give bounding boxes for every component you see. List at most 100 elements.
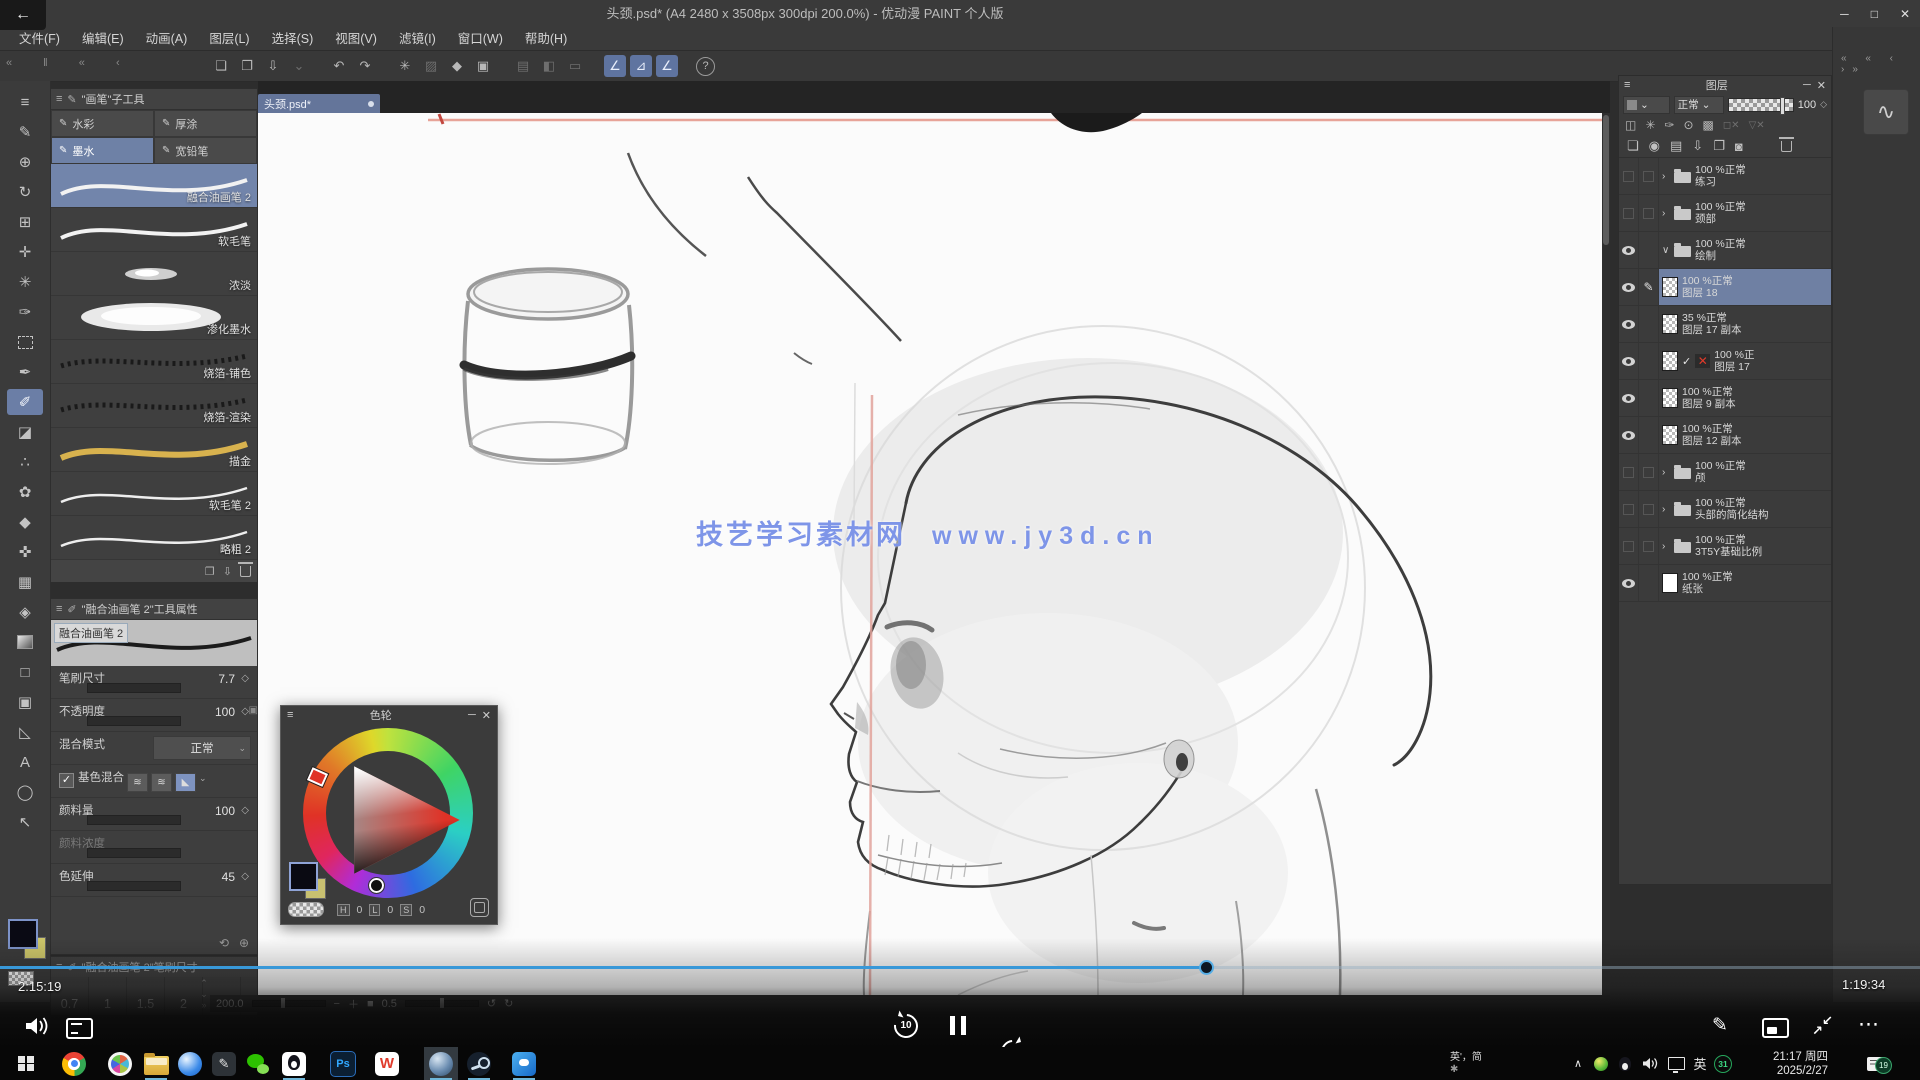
spinner-icon[interactable]: ◇ <box>241 673 249 684</box>
layer-row[interactable]: ›100 %正常练习 <box>1619 158 1831 195</box>
tray-qq[interactable] <box>1614 1047 1636 1080</box>
new-folder-icon[interactable]: ▤ <box>1670 138 1682 154</box>
minimize-button[interactable]: ─ <box>1840 7 1849 21</box>
open-file-icon[interactable]: ❐ <box>236 55 258 77</box>
expand-icon[interactable]: › <box>1662 541 1670 552</box>
layer-visibility-cell[interactable] <box>1619 380 1639 416</box>
layer-visibility-cell[interactable] <box>1619 491 1639 527</box>
taskbar-app-udm-paint[interactable] <box>424 1047 458 1080</box>
layer-visibility-cell[interactable] <box>1619 528 1639 564</box>
tray-expand-button[interactable]: ∧ <box>1568 1047 1588 1080</box>
tray-language[interactable]: 英 <box>1690 1047 1710 1080</box>
new-raster-layer-icon[interactable]: ❏ <box>1627 138 1639 154</box>
panel-scroll-arrows[interactable]: ⌃⌄» <box>197 978 211 1011</box>
text-tool[interactable]: A <box>7 749 43 775</box>
frame-tool[interactable]: ▣ <box>7 689 43 715</box>
brush-item[interactable]: 软毛笔 2 <box>51 472 257 516</box>
lock-layer-icon[interactable]: ⊙ <box>1683 118 1693 132</box>
layer-visibility-cell[interactable] <box>1619 454 1639 490</box>
panel-menu[interactable]: ≡ <box>7 89 43 115</box>
menu-item[interactable]: 编辑(E) <box>71 27 135 51</box>
property-slider[interactable] <box>87 683 181 693</box>
delete-layer-icon[interactable] <box>1781 141 1792 152</box>
eye-icon[interactable] <box>1622 246 1635 255</box>
crop-frame-icon[interactable]: ▣ <box>472 55 494 77</box>
search-property-icon[interactable]: ⊕ <box>239 936 249 950</box>
maximize-button[interactable]: □ <box>1871 7 1878 21</box>
save-dropdown-icon[interactable]: ⌄ <box>288 55 310 77</box>
rotate-cw-button[interactable]: ↻ <box>504 997 513 1010</box>
ruler-tool[interactable]: ◺ <box>7 719 43 745</box>
brush-item[interactable]: 烧箔-铺色 <box>51 340 257 384</box>
tray-calendar[interactable]: 31 <box>1712 1047 1734 1080</box>
taskbar-app-photoshop[interactable]: Ps <box>326 1047 360 1080</box>
help-icon[interactable]: ? <box>696 57 715 76</box>
panel-collapse-marks[interactable]: « ‖ « ‹ <box>6 57 134 69</box>
new-vector-layer-icon[interactable]: ◉ <box>1649 138 1660 154</box>
empty-checkbox[interactable] <box>1623 541 1634 552</box>
layer-content[interactable]: 100 %正常纸张 <box>1659 565 1831 601</box>
liquify-tool[interactable]: ✜ <box>7 539 43 565</box>
layer-visibility-cell[interactable] <box>1619 306 1639 342</box>
taskbar-app-wechat[interactable] <box>241 1047 275 1080</box>
tray-display[interactable] <box>1664 1047 1688 1080</box>
layer-opacity-slider[interactable] <box>1728 98 1794 112</box>
zoom-tool[interactable]: ⊕ <box>7 149 43 175</box>
palette-dropdown[interactable]: ⌄ <box>1623 96 1670 114</box>
checkbox[interactable]: ✓ <box>59 773 74 788</box>
more-options-button[interactable]: ⋯ <box>1858 1012 1879 1037</box>
hue-ring[interactable] <box>303 728 473 898</box>
foreground-color-swatch[interactable] <box>8 919 38 949</box>
brush-item[interactable]: 软毛笔 <box>51 208 257 252</box>
taskbar-clock[interactable]: 21:17 周四 2025/2/27 <box>1738 1047 1830 1080</box>
menu-item[interactable]: 文件(F) <box>8 27 71 51</box>
undo-icon[interactable]: ↶ <box>328 55 350 77</box>
mini-player-button[interactable] <box>1762 1018 1789 1038</box>
empty-checkbox[interactable] <box>1623 171 1634 182</box>
panel-menu-icon[interactable]: ≡ <box>287 709 293 721</box>
rotate-canvas-tool[interactable]: ↻ <box>7 179 43 205</box>
eye-icon[interactable] <box>1622 283 1635 292</box>
symmetry-icon[interactable]: ◆ <box>446 55 468 77</box>
zoom-out-button[interactable]: − <box>334 998 340 1010</box>
layer-row[interactable]: ✓✕100 %正图层 17 <box>1619 343 1831 380</box>
layer-row[interactable]: 35 %正常图层 17 副本 <box>1619 306 1831 343</box>
redo-icon[interactable]: ↷ <box>354 55 376 77</box>
layer-visibility-cell[interactable] <box>1619 269 1639 305</box>
import-brush-icon[interactable]: ⇩ <box>223 565 232 578</box>
deselect-icon[interactable]: ▨ <box>420 55 442 77</box>
taskbar-app-wps[interactable]: W <box>370 1047 404 1080</box>
mix-mode-button[interactable]: ≋ <box>127 773 148 792</box>
layer-content[interactable]: ›100 %正常3T5Y基础比例 <box>1659 528 1831 564</box>
gradient-tool[interactable] <box>7 629 43 655</box>
exit-fullscreen-button[interactable]: ↙ ↗ <box>1812 1014 1836 1038</box>
empty-checkbox[interactable] <box>1623 208 1634 219</box>
zoom-slider[interactable] <box>252 1000 326 1007</box>
menu-item[interactable]: 滤镜(I) <box>388 27 447 51</box>
volume-button[interactable] <box>24 1016 50 1036</box>
layer-content[interactable]: ›100 %正常头部的简化结构 <box>1659 491 1831 527</box>
menu-item[interactable]: 图层(L) <box>198 27 260 51</box>
layer-row[interactable]: 100 %正常纸张 <box>1619 565 1831 602</box>
panel-menu-icon[interactable]: ≡ <box>1624 79 1630 91</box>
start-button[interactable] <box>8 1047 44 1080</box>
fill-tool[interactable]: ◈ <box>7 599 43 625</box>
snap-ruler-icon[interactable]: ∠ <box>604 55 626 77</box>
snap-special-ruler-icon[interactable]: ⊿ <box>630 55 652 77</box>
panel-menu-icon[interactable]: ≡ <box>56 93 62 105</box>
figure-tool[interactable]: □ <box>7 659 43 685</box>
taskbar-app-netdisk[interactable] <box>507 1047 541 1080</box>
close-icon[interactable]: ✕ <box>1817 79 1826 92</box>
brush-size-preset[interactable]: 1.5 <box>127 977 165 1015</box>
hls-toggle[interactable]: S <box>400 904 412 916</box>
zoom-in-button[interactable]: ＋ <box>348 996 359 1012</box>
hls-toggle[interactable]: H <box>337 904 350 916</box>
blend-mode-dropdown[interactable]: 正常⌄ <box>153 736 251 760</box>
notification-center-button[interactable]: 19 <box>1856 1047 1896 1080</box>
layer-content[interactable]: ›100 %正常练习 <box>1659 158 1831 194</box>
layer-content[interactable]: ∨100 %正常绘制 <box>1659 232 1831 268</box>
sv-marker[interactable] <box>369 878 384 893</box>
lock-transparent-icon[interactable]: ▩ <box>1703 118 1714 132</box>
transfer-down-icon[interactable]: ⇩ <box>1692 138 1703 154</box>
spinner-icon[interactable]: ◇ <box>241 805 249 816</box>
